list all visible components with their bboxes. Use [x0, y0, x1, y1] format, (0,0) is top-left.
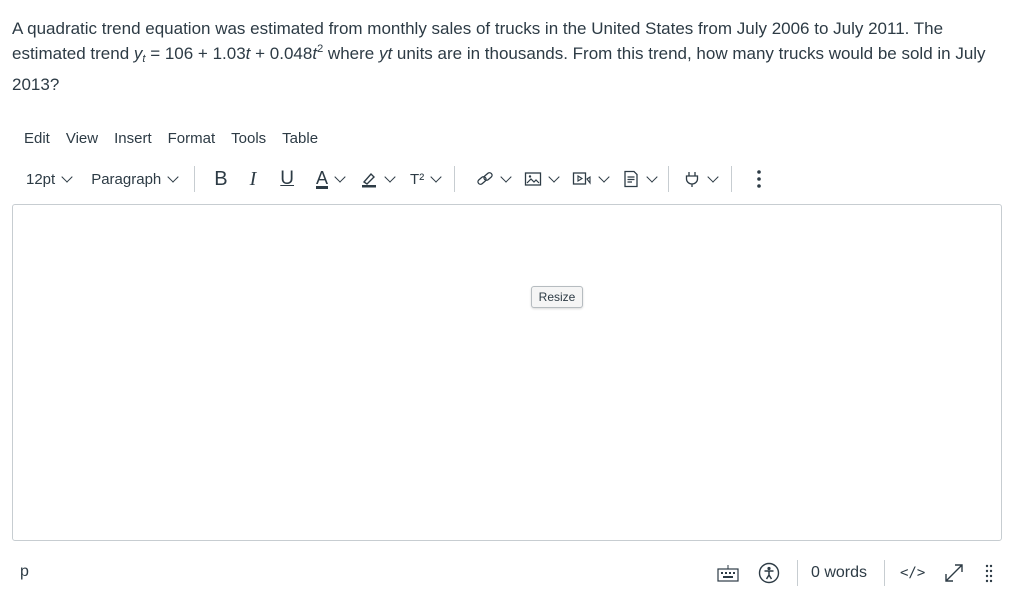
editor-statusbar: p 0 words </>	[0, 555, 1024, 591]
statusbar-divider	[884, 560, 885, 586]
media-icon	[573, 172, 591, 185]
resize-handle[interactable]	[985, 555, 993, 591]
rich-text-editor-area[interactable]	[12, 204, 1002, 541]
menu-table[interactable]: Table	[274, 128, 326, 149]
chevron-down-icon	[646, 170, 658, 183]
chevron-down-icon	[384, 170, 396, 183]
image-icon	[525, 172, 542, 186]
code-icon: </>	[900, 565, 926, 581]
question-text: A quadratic trend equation was estimated…	[12, 16, 1002, 97]
variable-yt: yt	[378, 44, 393, 63]
link-icon	[477, 172, 493, 185]
toolbar-divider	[668, 166, 670, 192]
block-format-dropdown[interactable]: Paragraph	[91, 164, 179, 194]
word-count[interactable]: 0 words	[811, 555, 867, 591]
chevron-down-icon	[707, 170, 719, 183]
underline-button[interactable]: U	[280, 164, 294, 194]
italic-icon: I	[249, 167, 257, 190]
superscript-button[interactable]: T²	[410, 164, 442, 194]
accessibility-icon	[758, 562, 780, 584]
editor-toolbar: 12pt Paragraph B I U A T²	[20, 164, 1004, 194]
text-color-button[interactable]: A	[316, 164, 346, 194]
apps-plugin-button[interactable]	[683, 164, 719, 194]
superscript-icon: T²	[410, 170, 425, 188]
plug-icon	[686, 172, 699, 187]
html-editor-button[interactable]: </>	[900, 555, 925, 591]
menu-insert[interactable]: Insert	[106, 128, 160, 149]
question-text-part: = 106 + 1.03	[145, 44, 246, 63]
menu-edit[interactable]: Edit	[14, 128, 58, 149]
toolbar-divider	[194, 166, 196, 192]
bold-icon: B	[214, 167, 228, 190]
image-button[interactable]	[524, 164, 560, 194]
accessibility-checker-button[interactable]	[758, 555, 780, 591]
font-size-value: 12pt	[26, 170, 56, 188]
chevron-down-icon	[167, 170, 179, 183]
more-vertical-icon	[757, 170, 762, 188]
chevron-down-icon	[500, 170, 512, 183]
chevron-down-icon	[548, 170, 560, 183]
word-count-label: 0 words	[811, 564, 868, 581]
question-text-part: where	[323, 44, 379, 63]
editor-menubar: Edit View Insert Format Tools Table	[14, 128, 326, 149]
document-icon	[624, 170, 638, 188]
underline-icon: U	[280, 168, 295, 189]
chevron-down-icon	[430, 170, 442, 183]
font-size-dropdown[interactable]: 12pt	[26, 164, 73, 194]
more-options-button[interactable]	[756, 164, 762, 194]
chevron-down-icon	[598, 170, 610, 183]
toolbar-divider	[454, 166, 456, 192]
block-format-value: Paragraph	[91, 170, 162, 188]
resize-button[interactable]: Resize	[531, 286, 583, 308]
chevron-down-icon	[334, 170, 346, 183]
link-button[interactable]	[476, 164, 512, 194]
fullscreen-button[interactable]	[943, 555, 965, 591]
expand-icon	[945, 564, 963, 582]
keyboard-shortcuts-button[interactable]	[717, 555, 739, 591]
italic-button[interactable]: I	[250, 164, 257, 194]
chevron-down-icon	[61, 170, 73, 183]
menu-format[interactable]: Format	[160, 128, 224, 149]
bold-button[interactable]: B	[214, 164, 227, 194]
text-color-icon: A	[316, 167, 329, 189]
highlighter-icon	[362, 172, 377, 188]
question-text-part: + 0.048	[250, 44, 313, 63]
keyboard-icon	[717, 565, 739, 582]
menu-tools[interactable]: Tools	[223, 128, 274, 149]
element-path[interactable]: p	[20, 563, 29, 581]
document-button[interactable]	[622, 164, 658, 194]
toolbar-divider	[731, 166, 733, 192]
highlight-color-button[interactable]	[360, 164, 396, 194]
statusbar-divider	[797, 560, 798, 586]
drag-handle-icon	[985, 564, 993, 583]
menu-view[interactable]: View	[58, 128, 106, 149]
media-button[interactable]	[572, 164, 610, 194]
